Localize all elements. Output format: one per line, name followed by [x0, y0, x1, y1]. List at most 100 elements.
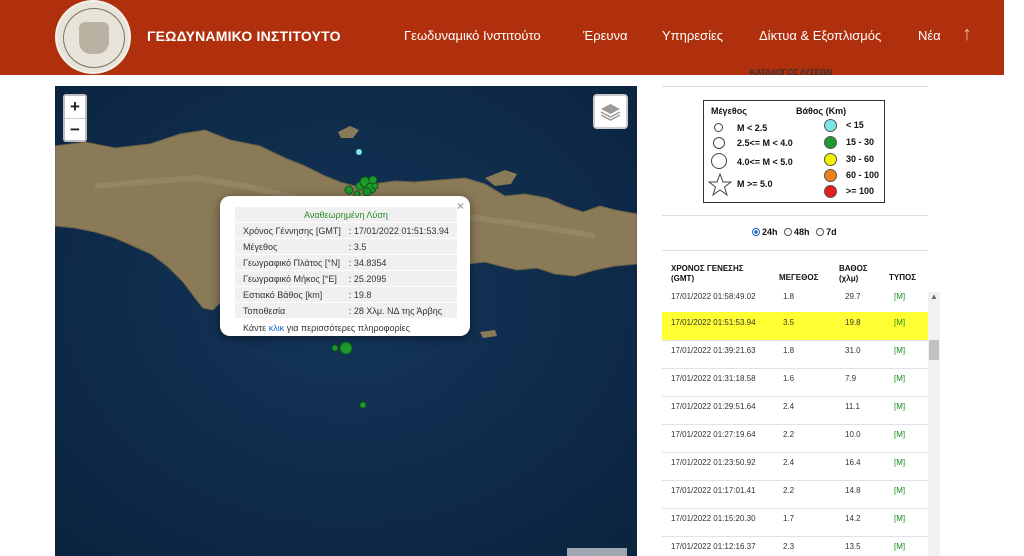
earthquake-list: 17/01/2022 01:58:49.02 1.8 29.7 [M] 17/0… — [662, 292, 928, 556]
nav-geodynamic-institute[interactable]: Γεωδυναμικό Ινστιτούτο — [404, 28, 541, 43]
zoom-out-button[interactable]: − — [65, 119, 85, 141]
radio-7d-label[interactable]: 7d — [826, 227, 837, 237]
radio-48h-label[interactable]: 48h — [794, 227, 810, 237]
magnitude-small-icon — [714, 123, 723, 132]
row-depth: 31.0 — [845, 346, 861, 355]
column-header-depth[interactable]: ΒΑΘΟΣ (χλμ) — [839, 264, 868, 284]
depth-color-swatch — [824, 185, 837, 198]
nav-news[interactable]: Νέα — [918, 28, 941, 43]
legend-depth-1: < 15 — [846, 120, 864, 130]
table-row[interactable]: 17/01/2022 01:15:20.30 1.7 14.2 [M] — [662, 508, 928, 537]
zoom-control: + − — [63, 94, 87, 142]
popup-value-longitude: : 25.2095 — [348, 270, 457, 287]
table-row[interactable]: 17/01/2022 01:29:51.64 2.4 11.1 [M] — [662, 396, 928, 425]
popup-label-depth: Εστιακό Βάθος [km] — [235, 286, 349, 303]
panel-divider — [662, 250, 928, 251]
list-scrollbar[interactable]: ▲ — [928, 292, 940, 556]
institute-logo[interactable] — [55, 0, 131, 74]
table-row[interactable]: 17/01/2022 01:27:19.64 2.2 10.0 [M] — [662, 424, 928, 453]
row-magnitude: 2.4 — [783, 402, 795, 411]
legend-mag-1: M < 2.5 — [737, 123, 768, 133]
row-magnitude: 1.8 — [783, 346, 795, 355]
catalog-title: ΚΑΤΑΛΟΓΟΣ ΛΥΣΕΩΝ — [750, 68, 833, 77]
table-row[interactable]: 17/01/2022 01:17:01.41 2.2 14.8 [M] — [662, 480, 928, 509]
row-magnitude: 2.4 — [783, 458, 795, 467]
magnitude-medium-icon — [713, 137, 725, 149]
row-type[interactable]: [M] — [894, 514, 905, 523]
row-type[interactable]: [M] — [894, 402, 905, 411]
legend-mag-4: M >= 5.0 — [737, 179, 773, 189]
row-magnitude: 2.3 — [783, 542, 795, 551]
row-depth: 19.8 — [845, 318, 861, 327]
map-scale-bar — [567, 548, 627, 556]
column-header-type[interactable]: ΤΥΠΟΣ — [889, 273, 916, 283]
row-depth: 10.0 — [845, 430, 861, 439]
popup-label-latitude: Γεωγραφικό Πλάτος [°N] — [235, 254, 349, 271]
row-time: 17/01/2022 01:39:21.63 — [671, 346, 756, 355]
row-time: 17/01/2022 01:51:53.94 — [671, 318, 756, 327]
row-depth: 16.4 — [845, 458, 861, 467]
popup-value-depth: : 19.8 — [348, 286, 457, 303]
row-type[interactable]: [M] — [894, 486, 905, 495]
row-depth: 29.7 — [845, 292, 861, 301]
radio-7d[interactable] — [816, 228, 825, 236]
popup-more-prefix: Κάντε — [243, 322, 267, 333]
row-time: 17/01/2022 01:17:01.41 — [671, 486, 756, 495]
legend-depth-4: 60 - 100 — [846, 170, 880, 180]
popup-more-link[interactable]: κλικ — [269, 323, 285, 333]
table-row[interactable]: 17/01/2022 01:23:50.92 2.4 16.4 [M] — [662, 452, 928, 481]
row-type[interactable]: [M] — [894, 318, 905, 327]
column-header-time[interactable]: ΧΡΟΝΟΣ ΓΕΝΕΣΗΣ (GMT) — [671, 264, 744, 284]
row-time: 17/01/2022 01:31:18.58 — [671, 374, 756, 383]
scroll-up-icon[interactable]: ▲ — [930, 292, 938, 301]
magnitude-star-icon — [708, 173, 732, 197]
table-row[interactable]: 17/01/2022 01:39:21.63 1.8 31.0 [M] — [662, 340, 928, 369]
table-row[interactable]: 17/01/2022 01:12:16.37 2.3 13.5 [M] — [662, 536, 928, 556]
popup-close-icon[interactable]: × — [457, 199, 464, 213]
row-depth: 14.2 — [845, 514, 861, 523]
nav-networks-equipment[interactable]: Δίκτυα & Εξοπλισμός — [759, 28, 881, 43]
time-range-selector: 24h 48h 7d — [752, 227, 841, 237]
popup-title: Αναθεωρημένη Λύση — [235, 207, 457, 223]
nav-research[interactable]: Έρευνα — [583, 28, 628, 43]
row-time: 17/01/2022 01:12:16.37 — [671, 542, 756, 551]
nav-services[interactable]: Υπηρεσίες — [662, 28, 723, 43]
legend-mag-2: 2.5<= M < 4.0 — [737, 138, 793, 148]
site-title[interactable]: ΓΕΩΔΥΝΑΜΙΚΟ ΙΝΣΤΙΤΟΥΤΟ — [147, 28, 341, 44]
legend-depth-5: >= 100 — [846, 186, 875, 196]
row-magnitude: 3.5 — [783, 318, 795, 327]
table-row-selected[interactable]: 17/01/2022 01:51:53.94 3.5 19.8 [M] — [662, 312, 928, 341]
depth-color-swatch — [824, 169, 837, 182]
column-header-depth-unit: (χλμ) — [839, 274, 859, 283]
popup-label-location: Τοποθεσία — [235, 302, 349, 319]
column-header-time-label: ΧΡΟΝΟΣ ΓΕΝΕΣΗΣ — [671, 264, 744, 273]
scroll-top-icon[interactable]: ↑ — [962, 23, 972, 46]
row-depth: 11.1 — [845, 402, 860, 411]
site-header: ΓΕΩΔΥΝΑΜΙΚΟ ΙΝΣΤΙΤΟΥΤΟ Γεωδυναμικό Ινστι… — [0, 0, 1004, 75]
row-type[interactable]: [M] — [894, 292, 905, 301]
radio-24h-label[interactable]: 24h — [762, 227, 778, 237]
layers-button[interactable] — [593, 94, 628, 129]
row-type[interactable]: [M] — [894, 542, 905, 551]
depth-color-swatch — [824, 153, 837, 166]
row-time: 17/01/2022 01:23:50.92 — [671, 458, 756, 467]
popup-label-origin-time: Χρόνος Γέννησης [GMT] — [235, 222, 349, 239]
panel-divider — [662, 215, 928, 216]
row-type[interactable]: [M] — [894, 346, 905, 355]
popup-label-longitude: Γεωγραφικό Μήκος [°E] — [235, 270, 349, 287]
column-header-time-unit: (GMT) — [671, 274, 695, 283]
row-type[interactable]: [M] — [894, 430, 905, 439]
row-time: 17/01/2022 01:58:49.02 — [671, 292, 756, 301]
depth-color-swatch — [824, 136, 837, 149]
radio-24h[interactable] — [752, 228, 760, 236]
panel-divider — [662, 86, 928, 87]
row-type[interactable]: [M] — [894, 374, 905, 383]
row-time: 17/01/2022 01:15:20.30 — [671, 514, 756, 523]
legend-depth-3: 30 - 60 — [846, 154, 875, 164]
table-row[interactable]: 17/01/2022 01:31:18.58 1.6 7.9 [M] — [662, 368, 928, 397]
row-type[interactable]: [M] — [894, 458, 905, 467]
scrollbar-thumb[interactable] — [929, 340, 939, 360]
column-header-magnitude[interactable]: ΜΕΓΕΘΟΣ — [779, 273, 818, 283]
radio-48h[interactable] — [784, 228, 793, 236]
zoom-in-button[interactable]: + — [65, 96, 85, 119]
